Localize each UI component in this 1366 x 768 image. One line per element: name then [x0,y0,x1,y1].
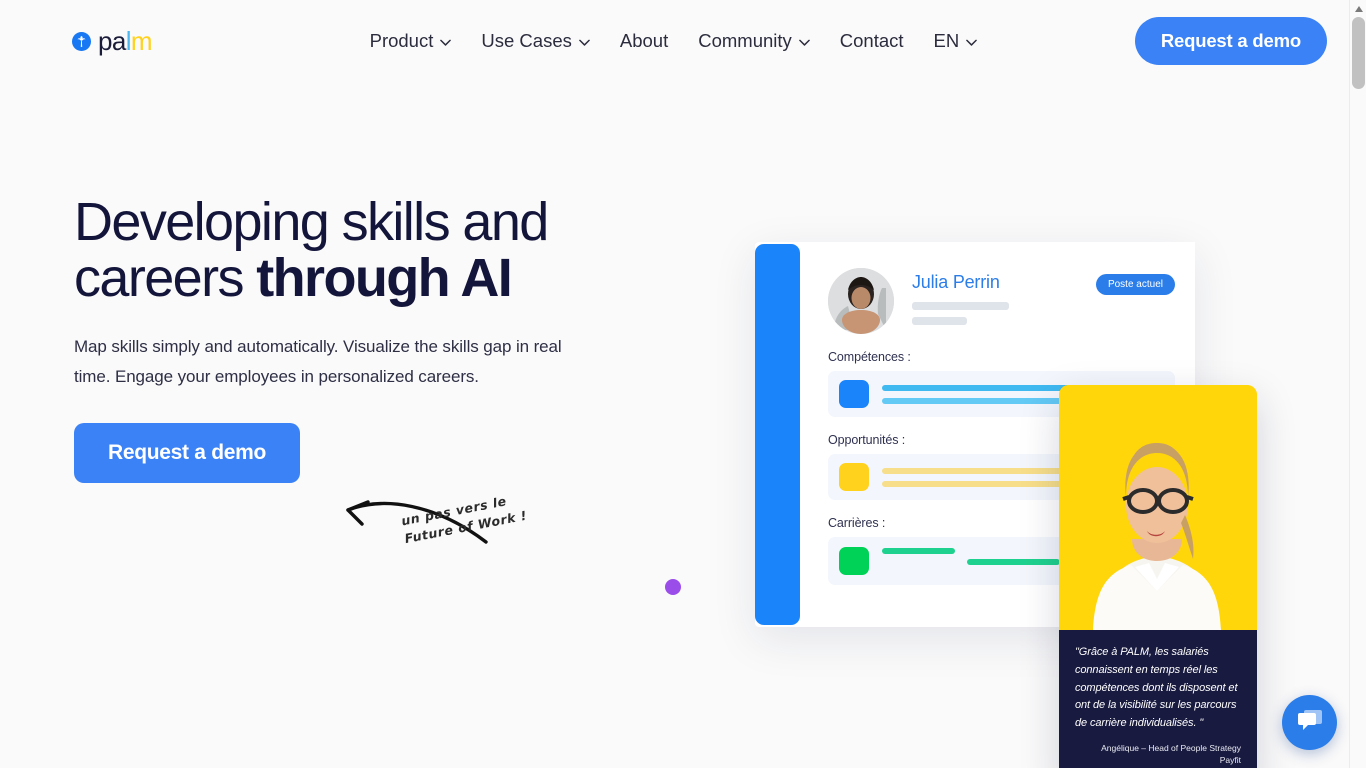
hero-text-column: Developing skills and careers through AI… [74,82,634,483]
scroll-up-arrow-icon[interactable] [1350,0,1366,17]
nav-label: About [619,30,669,51]
nav-item-use-cases[interactable]: Use Cases [466,24,604,58]
page-title: Developing skills and careers through AI [74,194,634,306]
mockup-profile-name: Julia Perrin [912,272,1000,292]
logo-text-pa: pa [98,26,126,56]
nav-item-contact[interactable]: Contact [825,24,919,58]
nav-item-language-selector[interactable]: EN [919,24,993,58]
section-label: Compétences : [828,350,911,364]
testimonial-quote-block: "Grâce à PALM, les salariés connaissent … [1059,630,1257,768]
palm-tree-icon [72,31,91,51]
hero-section: Developing skills and careers through AI… [0,82,1349,768]
testimonial-company: Payfit [1219,755,1241,766]
category-swatch-green [839,547,869,575]
hero-title-bold: through AI [256,248,513,309]
career-step [966,559,1060,565]
testimonial-author-name: Angélique – Head of People Strategy [1101,743,1241,754]
nav-label: Contact [839,30,904,51]
nav-item-about[interactable]: About [605,24,683,58]
placeholder-bar [912,317,967,325]
status-badge: Poste actuel [1095,274,1175,295]
page-scroll-container: palm Product Use Cases About Community C… [0,0,1349,768]
avatar [828,268,894,334]
placeholder-bar [912,302,1009,310]
testimonial-photo [1059,385,1257,630]
nav-label: EN [933,30,960,51]
logo-wordmark: palm [98,26,153,56]
chat-widget-button[interactable] [1282,695,1337,750]
site-logo[interactable]: palm [72,26,153,56]
nav-label: Community [698,30,792,51]
nav-label: Product [369,30,434,51]
scrollbar-thumb[interactable] [1352,17,1365,89]
hero-request-demo-button[interactable]: Request a demo [74,422,301,483]
chevron-down-icon [440,39,452,46]
category-swatch-blue [839,380,869,408]
mockup-profile-header: Julia Perrin Poste actuel [828,268,1175,334]
chevron-down-icon [966,39,978,46]
purple-decorative-dot [665,579,681,595]
testimonial-card: "Grâce à PALM, les salariés connaissent … [1059,385,1257,768]
handwritten-annotation: un pas vers le Future of Work ! [400,488,535,548]
nav-item-product[interactable]: Product [355,24,467,58]
testimonial-author: Angélique – Head of People Strategy Payf… [1075,742,1241,767]
header-request-demo-button[interactable]: Request a demo [1134,17,1327,65]
chevron-down-icon [579,39,590,46]
hero-subtitle: Map skills simply and automatically. Vis… [74,337,562,386]
career-step [882,548,956,554]
mockup-profile-info: Julia Perrin [912,270,1078,332]
nav-label: Use Cases [481,30,572,51]
chat-bubble-icon [1296,707,1324,738]
testimonial-quote-text: "Grâce à PALM, les salariés connaissent … [1075,646,1238,730]
chevron-down-icon [798,39,810,46]
category-swatch-yellow [839,463,869,491]
mockup-sidebar-rail [755,244,800,625]
vertical-scrollbar[interactable] [1349,0,1366,768]
logo-text-m: m [130,26,153,56]
site-header: palm Product Use Cases About Community C… [0,0,1349,82]
nav-item-community[interactable]: Community [683,24,825,58]
main-navigation: Product Use Cases About Community Contac… [295,24,993,58]
